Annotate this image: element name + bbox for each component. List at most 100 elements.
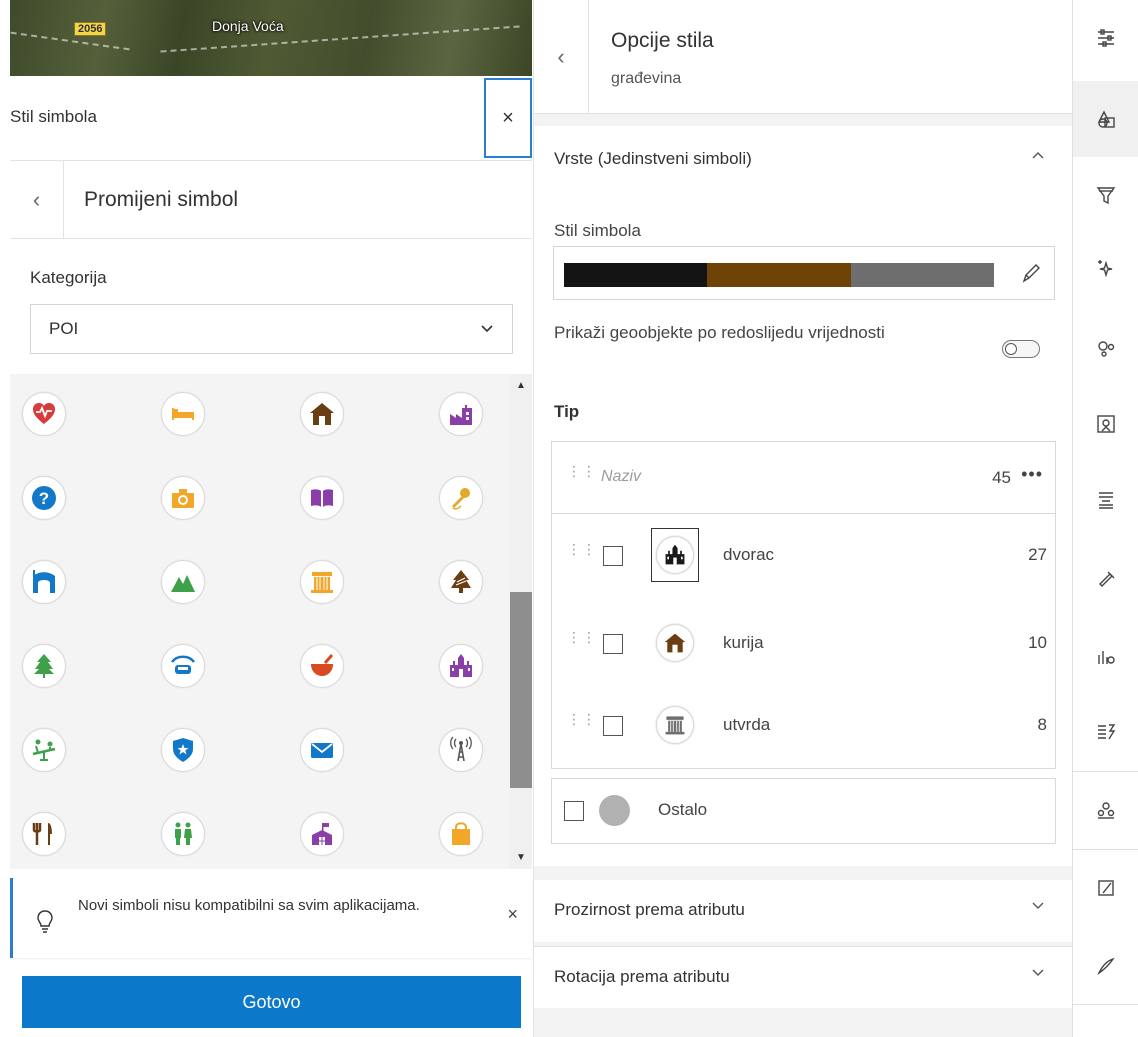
panel-header: Stil simbola × (10, 76, 532, 161)
symbol-column[interactable] (300, 560, 344, 604)
map-view[interactable]: 2056 Donja Voća (10, 0, 532, 76)
symbol-grid: ? (22, 392, 502, 869)
drag-handle-icon[interactable]: ⋮⋮ (567, 464, 596, 486)
drag-handle-icon[interactable]: ⋮⋮ (567, 712, 596, 734)
symbol-option[interactable]: ? (22, 476, 161, 560)
symbol-option[interactable] (161, 560, 300, 644)
symbol-option[interactable] (300, 476, 439, 560)
ramp-color-swatch (564, 263, 708, 287)
car-shelter-icon (170, 655, 196, 674)
symbol-option[interactable] (300, 812, 439, 869)
symbol-option[interactable] (22, 392, 161, 476)
symbol-tree[interactable] (22, 644, 66, 688)
symbol-mountain[interactable] (161, 560, 205, 604)
symbol-option[interactable] (300, 560, 439, 644)
row-symbol[interactable] (651, 698, 699, 752)
scroll-down-icon[interactable]: ▼ (510, 852, 532, 863)
symbol-car-shelter[interactable] (161, 644, 205, 688)
house-icon (664, 633, 686, 653)
symbol-heart[interactable] (22, 392, 66, 436)
notice-close-icon[interactable]: × (507, 904, 518, 925)
field-placeholder[interactable]: Naziv (601, 468, 641, 486)
scroll-up-icon[interactable]: ▲ (510, 380, 532, 391)
symbol-restaurant[interactable] (22, 812, 66, 856)
close-button[interactable]: × (484, 78, 532, 158)
symbol-factory[interactable] (439, 392, 483, 436)
drag-handle-icon[interactable]: ⋮⋮ (567, 630, 596, 652)
symbol-option[interactable] (22, 728, 161, 812)
symbol-help[interactable]: ? (22, 476, 66, 520)
symbol-option[interactable] (300, 728, 439, 812)
symbol-option[interactable] (161, 476, 300, 560)
symbol-hotel[interactable] (161, 392, 205, 436)
rail-button-popup[interactable] (1073, 386, 1138, 462)
rail-button-effects[interactable] (1073, 231, 1138, 307)
back-button[interactable]: ‹ (10, 161, 64, 238)
symbol-school[interactable] (300, 812, 344, 856)
rail-button-relations[interactable] (1073, 772, 1138, 848)
symbol-restroom[interactable] (161, 812, 205, 856)
symbol-radio-tower[interactable] (439, 728, 483, 772)
symbol-option[interactable] (22, 560, 161, 644)
rail-button-edit[interactable] (1073, 850, 1138, 926)
back-button[interactable]: ‹ (534, 0, 589, 114)
symbol-police[interactable] (161, 728, 205, 772)
rail-button-labels[interactable] (1073, 462, 1138, 538)
done-button[interactable]: Gotovo (22, 976, 521, 1028)
symbol-cone-tree[interactable] (439, 560, 483, 604)
pencil-icon[interactable] (1020, 261, 1042, 285)
rail-button-styles[interactable] (1073, 81, 1138, 157)
type-row[interactable]: ⋮⋮ dvorac 27 (552, 514, 1055, 594)
symbol-castle[interactable] (439, 644, 483, 688)
heart-icon (33, 403, 55, 424)
symbol-option[interactable] (22, 812, 161, 869)
drag-handle-icon[interactable]: ⋮⋮ (567, 542, 596, 564)
symbol-camera[interactable] (161, 476, 205, 520)
transparency-accordion[interactable]: Prozirnost prema atributu (534, 880, 1073, 942)
row-symbol[interactable] (651, 616, 699, 670)
more-icon[interactable]: ••• (1021, 464, 1043, 485)
rail-button-sketch[interactable] (1073, 540, 1138, 616)
other-symbol[interactable] (599, 795, 630, 826)
symbol-option[interactable] (161, 392, 300, 476)
rail-button-form[interactable] (1073, 694, 1138, 770)
symbol-shopping[interactable] (439, 812, 483, 856)
rail-button-draw[interactable] (1073, 928, 1138, 1004)
other-checkbox[interactable] (564, 801, 584, 821)
playground-icon (32, 739, 56, 761)
category-select[interactable]: POI (30, 304, 513, 354)
type-row[interactable]: ⋮⋮ utvrda 8 (552, 684, 1055, 764)
symbol-option[interactable] (22, 644, 161, 728)
symbol-mortar[interactable] (300, 644, 344, 688)
scrollbar[interactable]: ▲ ▼ (510, 374, 532, 869)
symbol-option[interactable] (300, 392, 439, 476)
symbol-book[interactable] (300, 476, 344, 520)
row-checkbox[interactable] (603, 546, 623, 566)
scrollbar-thumb[interactable] (510, 592, 532, 788)
rail-divider (1073, 849, 1138, 850)
help-icon: ? (32, 486, 56, 510)
rail-button-clustering[interactable] (1073, 310, 1138, 386)
type-row[interactable]: ⋮⋮ kurija 10 (552, 602, 1055, 682)
rail-button-charts[interactable] (1073, 618, 1138, 694)
symbol-mail[interactable] (300, 728, 344, 772)
row-checkbox[interactable] (603, 716, 623, 736)
rotation-accordion[interactable]: Rotacija prema atributu (534, 946, 1073, 1008)
symbol-option[interactable] (161, 728, 300, 812)
symbol-style-selector[interactable] (553, 246, 1055, 300)
section-title[interactable]: Vrste (Jedinstveni simboli) (554, 149, 752, 169)
row-symbol[interactable] (651, 528, 699, 582)
rail-button-properties[interactable] (1073, 0, 1138, 76)
symbol-option[interactable] (300, 644, 439, 728)
symbol-microphone[interactable] (439, 476, 483, 520)
rail-button-filter[interactable] (1073, 157, 1138, 233)
order-toggle[interactable] (1002, 340, 1040, 358)
symbol-option[interactable] (161, 812, 300, 869)
symbol-option[interactable] (161, 644, 300, 728)
symbol-playground[interactable] (22, 728, 66, 772)
symbol-house[interactable] (300, 392, 344, 436)
map-road (10, 31, 130, 51)
symbol-tent[interactable] (22, 560, 66, 604)
row-checkbox[interactable] (603, 634, 623, 654)
chevron-up-icon[interactable] (1031, 150, 1045, 160)
